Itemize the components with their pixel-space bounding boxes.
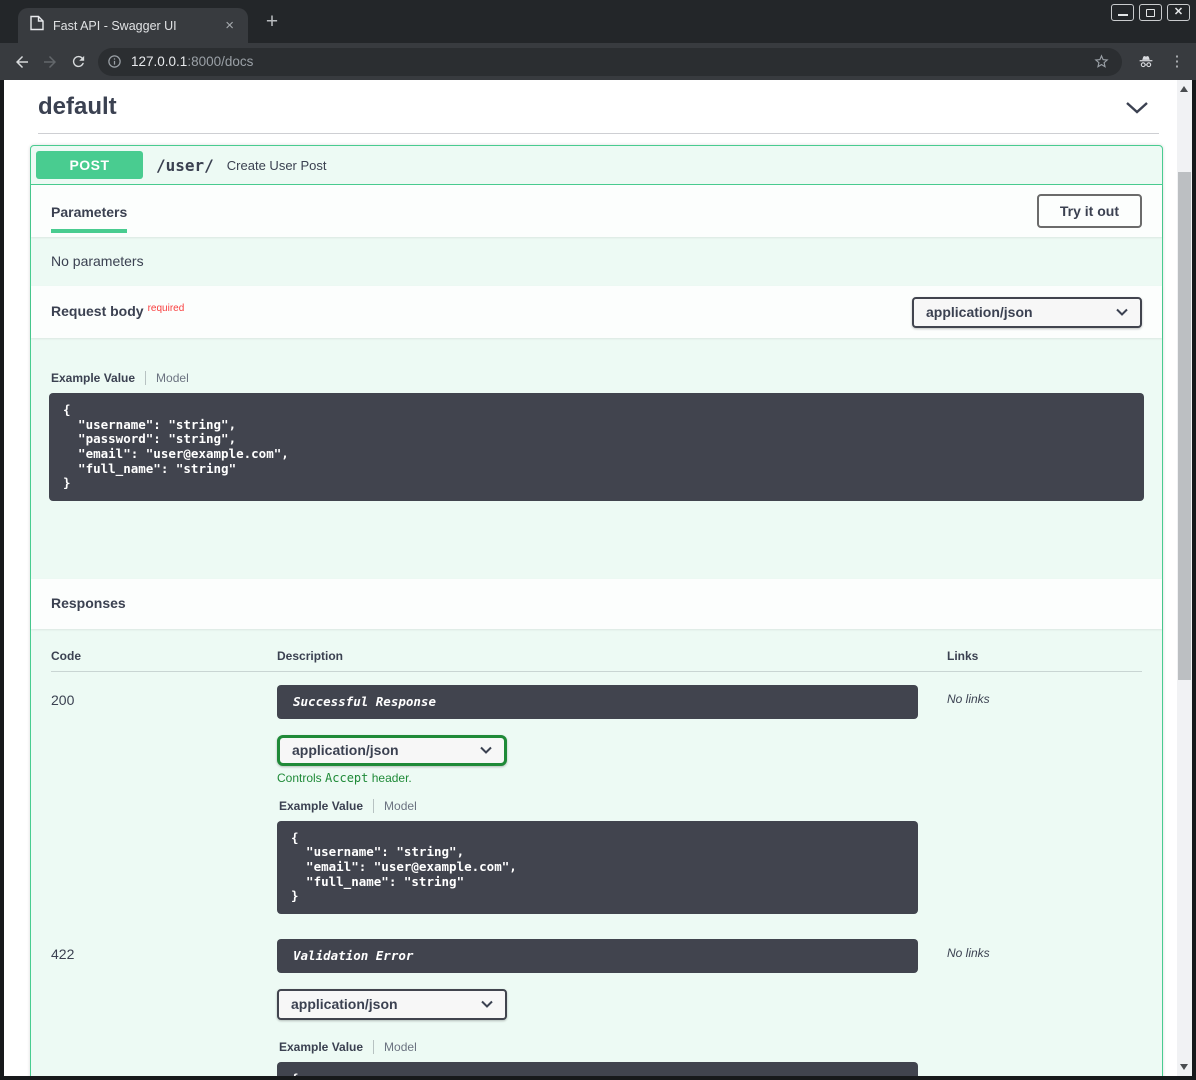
close-icon: ✕ [1174,7,1183,18]
tab-model[interactable]: Model [384,799,417,813]
tab-divider [373,1040,374,1054]
page-favicon-icon [30,15,44,36]
example-model-tabs: Example Value Model [51,371,1142,385]
tab-divider [145,371,146,385]
column-description: Description [277,649,947,663]
swagger-content: default POST /user/ Create User Post Par… [4,80,1192,1076]
responses-title: Responses [51,595,126,611]
incognito-icon [1136,53,1156,71]
browser-toolbar: 127.0.0.1:8000/docs ⋮ [0,43,1196,80]
browser-tab[interactable]: Fast API - Swagger UI × [18,8,248,43]
response-422-example-code[interactable]: { "detail": [ [277,1062,918,1076]
column-code: Code [51,649,277,663]
tab-parameters[interactable]: Parameters [51,204,127,233]
browser-menu-icon[interactable]: ⋮ [1166,54,1188,69]
request-body-header: Request body required application/json [31,286,1162,338]
no-parameters-text: No parameters [51,253,144,269]
response-description-cell: Successful Response application/json Con… [277,685,947,914]
url-host: 127.0.0.1 [131,54,187,69]
tab-divider [373,799,374,813]
response-links: No links [947,939,1142,1076]
operation-summary[interactable]: POST /user/ Create User Post [31,146,1162,185]
url-text: 127.0.0.1:8000/docs [131,54,1084,69]
response-row-200: 200 Successful Response application/json [51,672,1142,926]
tab-close-icon[interactable]: × [221,16,238,35]
response-200-media-type-select[interactable]: application/json [277,735,507,766]
scrollbar-down-arrow-icon[interactable] [1180,1064,1188,1070]
media-type-wrap: application/json Controls Accept header. [277,735,947,785]
parameters-body: No parameters [31,237,1162,286]
tab-model[interactable]: Model [156,371,189,385]
controls-accept-note: Controls Accept header. [277,771,947,785]
media-type-wrap: application/json [277,989,947,1020]
tab-example-value[interactable]: Example Value [51,371,135,385]
minimize-icon [1118,14,1128,16]
section-title: default [38,93,117,121]
response-code: 200 [51,685,277,914]
column-links: Links [947,649,1142,663]
swagger-page: default POST /user/ Create User Post Par… [0,80,1196,1076]
maximize-icon [1146,9,1155,17]
new-tab-button[interactable]: + [258,9,286,35]
request-body-example-code[interactable]: { "username": "string", "password": "str… [49,393,1144,501]
tab-model[interactable]: Model [384,1040,417,1054]
response-row-422: 422 Validation Error application/json [51,926,1142,1076]
request-body-media-type-select[interactable]: application/json [912,297,1142,328]
chevron-down-icon [481,1000,493,1008]
window-controls: ✕ [1111,4,1190,21]
back-button[interactable] [8,48,36,76]
note-code: Accept [325,771,368,785]
address-bar[interactable]: 127.0.0.1:8000/docs [98,48,1122,76]
response-200-example-code[interactable]: { "username": "string", "email": "user@e… [277,821,918,914]
request-body-section: Example Value Model { "username": "strin… [31,371,1162,501]
scrollbar-up-arrow-icon[interactable] [1180,86,1188,92]
api-section-header: default [38,80,1159,134]
selected-media-type: application/json [926,304,1033,320]
responses-header: Responses [31,579,1162,629]
request-body-title: Request body [51,303,144,319]
reload-button[interactable] [64,48,92,76]
maximize-button[interactable] [1139,4,1162,21]
section-collapse-chevron-icon[interactable] [1119,97,1155,118]
selected-media-type: application/json [292,742,399,758]
tab-example-value[interactable]: Example Value [279,799,363,813]
responses-table: Code Description Links 200 Successful Re… [31,629,1162,1076]
minimize-button[interactable] [1111,4,1134,21]
try-it-out-button[interactable]: Try it out [1037,194,1142,228]
operation-path: /user/ [156,156,214,175]
response-description: Validation Error [277,939,918,973]
response-description-cell: Validation Error application/json [277,939,947,1076]
tab-title: Fast API - Swagger UI [53,19,212,33]
note-prefix: Controls [277,771,325,785]
tab-strip: Fast API - Swagger UI × + ✕ [0,0,1196,43]
responses-table-head: Code Description Links [51,639,1142,672]
close-button[interactable]: ✕ [1167,4,1190,21]
note-suffix: header. [368,771,411,785]
post-operation-block: POST /user/ Create User Post Parameters … [30,145,1163,1076]
response-422-media-type-select[interactable]: application/json [277,989,507,1020]
response-description: Successful Response [277,685,918,719]
example-model-tabs: Example Value Model [279,1040,945,1054]
chevron-down-icon [1116,308,1128,316]
example-model-tabs: Example Value Model [279,799,945,813]
forward-button[interactable] [36,48,64,76]
scrollbar-thumb[interactable] [1178,172,1191,680]
parameters-header: Parameters Try it out [31,185,1162,237]
required-flag: required [148,303,185,314]
request-body-title-wrap: Request body required [51,303,184,321]
bookmark-star-icon[interactable] [1093,53,1110,70]
site-info-icon[interactable] [107,54,122,69]
browser-window: Fast API - Swagger UI × + ✕ 127.0.0.1:80… [0,0,1196,1080]
operation-summary-text: Create User Post [227,158,327,173]
tab-example-value[interactable]: Example Value [279,1040,363,1054]
selected-media-type: application/json [291,996,398,1012]
method-badge: POST [36,151,143,179]
chevron-down-icon [480,746,492,754]
response-links: No links [947,685,1142,914]
page-scrollbar[interactable] [1177,80,1192,1076]
response-code: 422 [51,939,277,1076]
url-path: :8000/docs [187,54,253,69]
